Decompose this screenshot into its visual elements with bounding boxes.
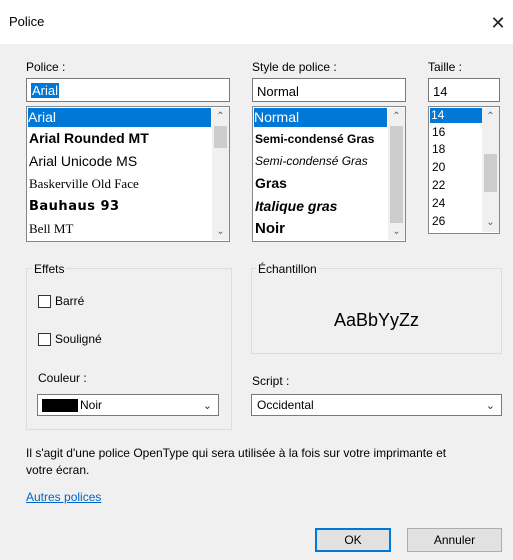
size-item[interactable]: 24 bbox=[430, 196, 483, 211]
color-label: Couleur : bbox=[38, 371, 87, 385]
color-select[interactable]: Noir ⌄ bbox=[37, 394, 219, 416]
font-size-list[interactable]: 14 16 18 20 22 24 26 ⌃ ⌄ bbox=[428, 106, 500, 234]
scroll-down-icon[interactable]: ⌄ bbox=[482, 214, 499, 231]
font-item-arial-rounded[interactable]: Arial Rounded MT bbox=[28, 128, 212, 149]
style-item-semicondensed-bold[interactable]: Semi-condensé Gras bbox=[254, 129, 388, 150]
effects-label: Effets bbox=[32, 262, 67, 276]
ok-button[interactable]: OK bbox=[315, 528, 391, 552]
chevron-down-icon: ⌄ bbox=[485, 400, 495, 412]
size-item[interactable]: 20 bbox=[430, 160, 483, 175]
size-item[interactable]: 26 bbox=[430, 214, 483, 229]
style-item-normal[interactable]: Normal bbox=[254, 108, 387, 127]
style-item-black[interactable]: Noir bbox=[254, 218, 388, 239]
size-list-scrollbar[interactable]: ⌃ ⌄ bbox=[482, 108, 499, 232]
underline-checkbox[interactable] bbox=[38, 333, 51, 346]
font-list[interactable]: Arial Arial Rounded MT Arial Unicode MS … bbox=[26, 106, 230, 242]
size-item[interactable]: 14 bbox=[430, 108, 482, 123]
script-value: Occidental bbox=[257, 398, 314, 412]
font-label: Police : bbox=[26, 60, 66, 74]
size-item[interactable]: 16 bbox=[430, 125, 483, 140]
scroll-thumb[interactable] bbox=[214, 126, 227, 148]
font-size-value: 14 bbox=[433, 84, 448, 99]
size-item[interactable]: 22 bbox=[430, 178, 483, 193]
scroll-up-icon[interactable]: ⌃ bbox=[212, 108, 229, 125]
font-item-bauhaus[interactable]: Bauhaus 93 bbox=[28, 196, 212, 217]
sample-label: Échantillon bbox=[256, 262, 319, 276]
underline-label[interactable]: Souligné bbox=[55, 332, 102, 346]
more-fonts-link[interactable]: Autres polices bbox=[26, 490, 101, 504]
style-item-semicondensed-bold-italic[interactable]: Semi-condensé Gras bbox=[254, 151, 388, 172]
dialog-title: Police bbox=[9, 14, 45, 29]
size-item[interactable]: 18 bbox=[430, 142, 483, 157]
font-item-arial[interactable]: Arial bbox=[28, 108, 211, 127]
font-item-bell[interactable]: Bell MT bbox=[28, 218, 212, 239]
font-style-input[interactable]: Normal bbox=[252, 78, 406, 102]
scroll-up-icon[interactable]: ⌃ bbox=[388, 108, 405, 125]
color-swatch bbox=[42, 399, 78, 412]
strikethrough-label[interactable]: Barré bbox=[55, 294, 84, 308]
font-item-baskerville[interactable]: Baskerville Old Face bbox=[28, 173, 212, 194]
script-select[interactable]: Occidental ⌄ bbox=[251, 394, 502, 416]
font-size-input[interactable]: 14 bbox=[428, 78, 500, 102]
scroll-thumb[interactable] bbox=[484, 154, 497, 192]
style-item-bold[interactable]: Gras bbox=[254, 173, 388, 194]
scroll-down-icon[interactable]: ⌄ bbox=[212, 223, 229, 240]
color-value: Noir bbox=[80, 398, 103, 412]
strikethrough-checkbox[interactable] bbox=[38, 295, 51, 308]
font-style-value: Normal bbox=[257, 84, 299, 99]
scroll-up-icon[interactable]: ⌃ bbox=[482, 108, 499, 125]
style-label: Style de police : bbox=[252, 60, 337, 74]
font-description: Il s'agit d'une police OpenType qui sera… bbox=[26, 446, 447, 477]
scroll-thumb[interactable] bbox=[390, 126, 403, 223]
cancel-button[interactable]: Annuler bbox=[407, 528, 502, 552]
title-bar bbox=[0, 0, 513, 44]
sample-text: AaBbYyZz bbox=[333, 310, 420, 330]
close-icon[interactable]: ✕ bbox=[485, 10, 511, 36]
font-name-input[interactable]: Arial bbox=[26, 78, 230, 102]
font-style-list[interactable]: Normal Semi-condensé Gras Semi-condensé … bbox=[252, 106, 406, 242]
font-list-scrollbar[interactable]: ⌃ ⌄ bbox=[212, 108, 229, 240]
style-item-bold-italic[interactable]: Italique gras bbox=[254, 196, 388, 217]
font-item-arial-unicode[interactable]: Arial Unicode MS bbox=[28, 151, 212, 172]
font-name-value: Arial bbox=[31, 83, 60, 98]
script-label: Script : bbox=[252, 374, 290, 388]
scroll-down-icon[interactable]: ⌄ bbox=[388, 223, 405, 240]
chevron-down-icon: ⌄ bbox=[202, 400, 212, 412]
size-label: Taille : bbox=[428, 60, 463, 74]
style-list-scrollbar[interactable]: ⌃ ⌄ bbox=[388, 108, 405, 240]
